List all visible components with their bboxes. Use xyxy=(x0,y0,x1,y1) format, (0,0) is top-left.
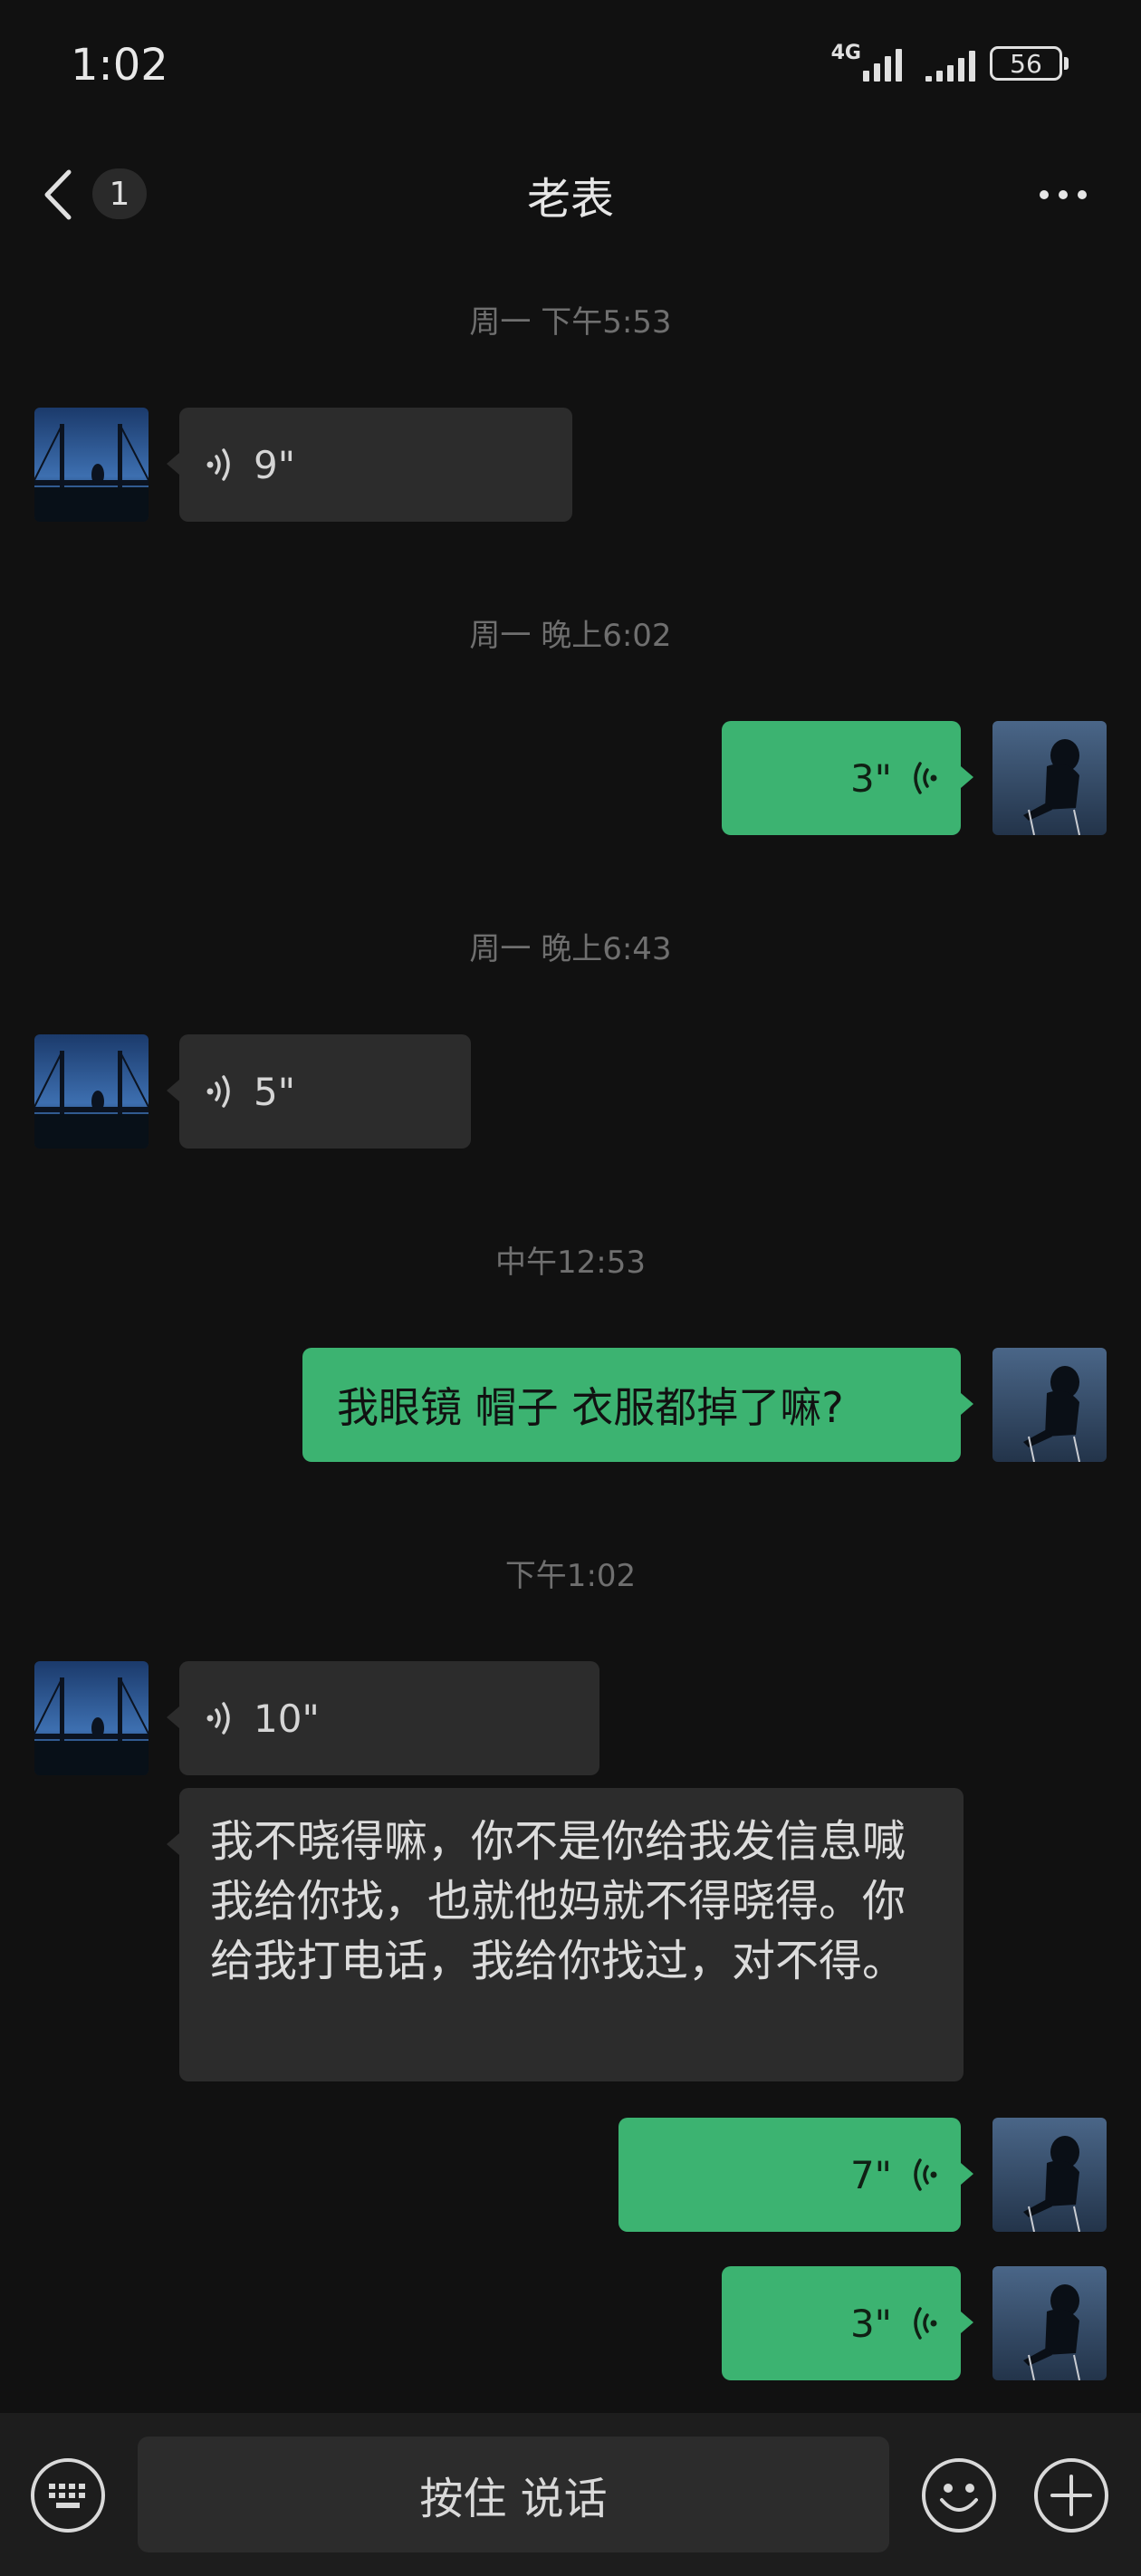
timestamp: 下午1:02 xyxy=(504,1558,637,1594)
voice-duration: 9" xyxy=(254,442,296,487)
voice-wave-icon xyxy=(206,1702,230,1735)
text-message-in[interactable]: 我不晓得嘛，你不是你给我发信息喊我给你找，也就他妈就不得晓得。你给我打电话，我给… xyxy=(167,1788,964,2081)
battery-icon: 56 xyxy=(990,46,1069,81)
chat-screen: 1:02 4G 56 1 老表 周一 下午5:53 9" 周一 晚上6:02 3… xyxy=(0,0,1141,2576)
contact-avatar[interactable] xyxy=(34,1661,149,1775)
voice-message-in[interactable]: 9" xyxy=(167,408,572,522)
my-avatar[interactable] xyxy=(992,2266,1107,2380)
voice-message-out[interactable]: 7" xyxy=(618,2118,973,2232)
network-type: 4G xyxy=(830,41,861,64)
voice-duration: 5" xyxy=(254,1069,296,1114)
status-icons: 4G 56 xyxy=(830,41,1069,82)
hold-to-talk-button[interactable]: 按住 说话 xyxy=(138,2437,889,2552)
contact-avatar[interactable] xyxy=(34,1034,149,1149)
text-message-out[interactable]: 我眼镜 帽子 衣服都掉了嘛? xyxy=(302,1348,973,1462)
voice-wave-icon xyxy=(206,448,230,481)
emoji-icon[interactable] xyxy=(920,2456,998,2534)
my-avatar[interactable] xyxy=(992,2118,1107,2232)
battery-level: 56 xyxy=(990,46,1062,81)
voice-message-in[interactable]: 5" xyxy=(167,1034,471,1149)
signal-icon xyxy=(925,45,975,82)
voice-message-out[interactable]: 3" xyxy=(722,2266,973,2380)
timestamp: 周一 晚上6:43 xyxy=(469,931,672,967)
contact-avatar[interactable] xyxy=(34,408,149,522)
voice-wave-icon xyxy=(914,2307,937,2340)
status-time: 1:02 xyxy=(71,40,168,91)
voice-duration: 3" xyxy=(849,2301,892,2346)
voice-wave-icon xyxy=(206,1075,230,1108)
my-avatar[interactable] xyxy=(992,1348,1107,1462)
my-avatar[interactable] xyxy=(992,721,1107,835)
message-text: 我眼镜 帽子 衣服都掉了嘛? xyxy=(337,1383,844,1432)
message-text: 我不晓得嘛，你不是你给我发信息喊我给你找，也就他妈就不得晓得。你给我打电话，我给… xyxy=(210,1816,906,1986)
timestamp: 中午12:53 xyxy=(495,1245,646,1281)
chat-title: 老表 xyxy=(526,174,614,225)
timestamp: 周一 下午5:53 xyxy=(469,304,672,341)
timestamp: 周一 晚上6:02 xyxy=(469,618,672,654)
plus-icon[interactable] xyxy=(1032,2456,1110,2534)
voice-message-out[interactable]: 3" xyxy=(722,721,973,835)
more-dots-icon[interactable] xyxy=(1040,190,1087,199)
signal-icon xyxy=(863,45,902,82)
voice-duration: 10" xyxy=(254,1696,320,1741)
voice-duration: 7" xyxy=(849,2152,892,2197)
voice-duration: 3" xyxy=(849,755,892,801)
voice-message-in[interactable]: 10" xyxy=(167,1661,599,1775)
voice-wave-icon xyxy=(914,762,937,794)
keyboard-icon[interactable] xyxy=(29,2456,107,2534)
voice-wave-icon xyxy=(914,2158,937,2191)
